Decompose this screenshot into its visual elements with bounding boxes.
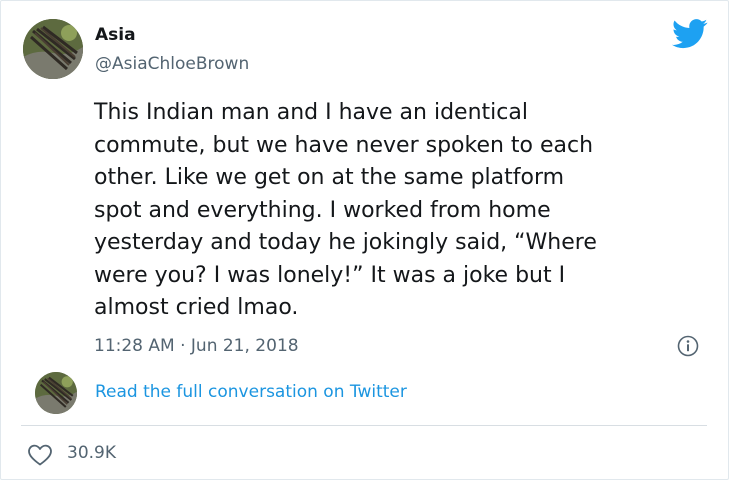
tweet-text-line: were you? I was lonely!” It was a joke b… (94, 262, 566, 288)
twitter-bird-icon[interactable] (672, 19, 708, 49)
user-handle[interactable]: @AsiaChloeBrown (95, 54, 249, 74)
tweet-text-line: commute, but we have never spoken to eac… (94, 132, 594, 158)
avatar[interactable] (23, 19, 83, 79)
divider (21, 425, 707, 426)
tweet-text-line: spot and everything. I worked from home (94, 197, 551, 223)
tweet-text: This Indian man and I have an identical … (94, 97, 714, 325)
info-icon[interactable] (677, 335, 699, 357)
tweet-text-line: other. Like we get on at the same platfo… (94, 165, 565, 190)
heart-icon[interactable] (27, 443, 53, 467)
tweet-text-line: yesterday and today he jokingly said, “W… (94, 230, 597, 255)
avatar-small[interactable] (35, 372, 77, 414)
display-name[interactable]: Asia (95, 25, 136, 45)
tweet-text-line: almost cried lmao. (94, 295, 299, 320)
like-count[interactable]: 30.9K (67, 443, 116, 463)
tweet-text-line: This Indian man and I have an identical (94, 100, 528, 125)
tweet-timestamp[interactable]: 11:28 AM · Jun 21, 2018 (94, 336, 299, 356)
read-conversation-link[interactable]: Read the full conversation on Twitter (95, 382, 407, 402)
tweet-card: Asia @AsiaChloeBrown This Indian man and… (0, 0, 729, 480)
